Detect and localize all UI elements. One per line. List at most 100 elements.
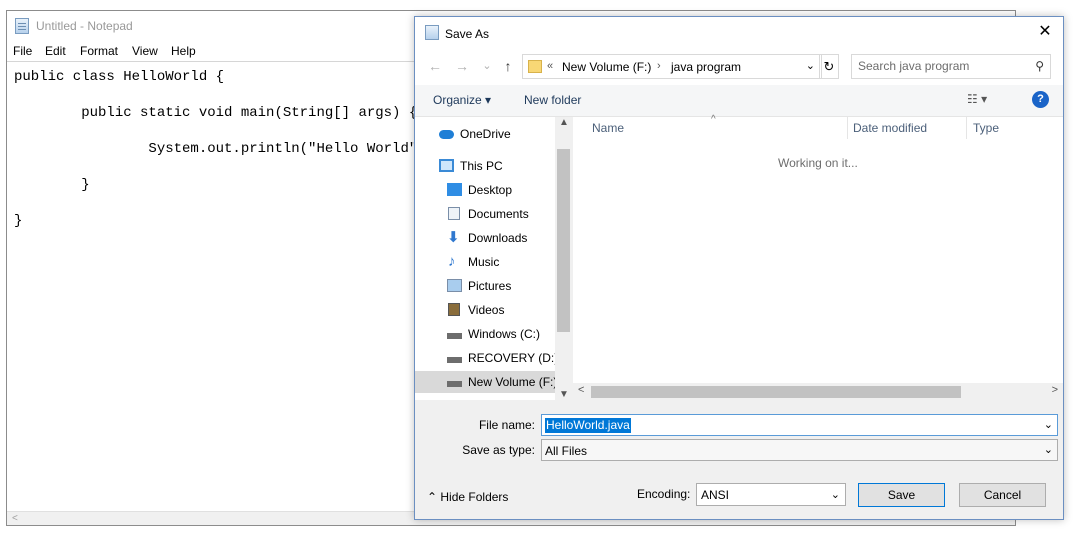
address-bar[interactable]: « New Volume (F:) › java program ⌄ [522,54,822,79]
cancel-button[interactable]: Cancel [959,483,1046,507]
nav-item-label: OneDrive [460,127,511,141]
recent-locations-icon[interactable]: ⌄ [479,58,495,74]
encoding-value: ANSI [701,488,730,502]
file-list-pane[interactable]: ^ Name Date modified Type Working on it.… [573,114,1063,400]
nav-item-pictures[interactable]: Pictures [415,275,555,297]
back-arrow-icon[interactable]: ← [427,58,443,74]
nav-item-label: Videos [468,303,505,317]
save-button[interactable]: Save [858,483,945,507]
videos-icon [448,303,460,316]
nav-item-label: Downloads [468,231,528,245]
nav-item-documents[interactable]: Documents [415,203,555,225]
save-as-type-select[interactable]: All Files ⌄ [541,439,1058,461]
navigation-pane: OneDrive This PC Desktop Documents ⬇ Dow… [415,117,572,400]
scroll-left-icon[interactable]: < [12,513,18,524]
notepad-title: Untitled - Notepad [36,19,133,33]
up-arrow-icon[interactable]: ↑ [500,58,516,74]
dialog-titlebar: Save As ✕ [415,17,1063,49]
code-text: public class HelloWorld { public static … [14,69,435,229]
organize-button[interactable]: Organize ▾ [433,93,491,107]
nav-item-recovery-d[interactable]: RECOVERY (D:) [415,347,559,369]
search-input[interactable] [858,59,1028,73]
menu-help[interactable]: Help [171,44,196,58]
nav-item-label: Windows (C:) [468,327,541,341]
nav-item-label: Music [468,255,500,269]
help-icon[interactable]: ? [1032,91,1049,108]
documents-icon [448,207,460,220]
nav-item-downloads[interactable]: ⬇ Downloads [415,227,555,249]
loading-status: Working on it... [778,156,858,170]
menu-edit[interactable]: Edit [45,44,66,58]
scroll-right-icon[interactable]: > [1052,384,1058,396]
nav-item-new-volume-f[interactable]: New Volume (F:) [415,371,558,393]
nav-item-label: Desktop [468,183,513,197]
breadcrumb-new-volume[interactable]: New Volume (F:) [562,60,651,74]
navigation-bar: ← → ⌄ ↑ « New Volume (F:) › java program… [415,49,1063,85]
drive-icon [447,381,462,387]
nav-item-label: Documents [468,207,529,221]
menu-format[interactable]: Format [80,44,118,58]
nav-item-label: RECOVERY (D:) [468,351,559,365]
nav-item-desktop[interactable]: Desktop [415,179,555,201]
sort-caret-icon: ^ [711,114,716,125]
filename-value[interactable]: HelloWorld.java [545,418,631,433]
breadcrumb-java-program[interactable]: java program [671,60,741,74]
save-as-icon [425,25,439,40]
column-divider[interactable] [847,117,848,139]
nav-pane-scrollbar[interactable]: ▲ ▼ [555,117,572,400]
drive-icon [447,333,462,339]
encoding-label: Encoding: [637,487,691,501]
scroll-up-icon[interactable]: ▲ [559,117,569,128]
column-header-type[interactable]: Type [973,121,999,135]
close-icon[interactable]: ✕ [1035,22,1055,42]
pc-icon [439,159,454,172]
nav-item-onedrive[interactable]: OneDrive [415,123,555,145]
chevron-down-icon[interactable]: ⌄ [1044,443,1053,456]
scroll-left-icon[interactable]: < [578,384,584,396]
new-folder-button[interactable]: New folder [524,93,581,107]
forward-arrow-icon[interactable]: → [454,58,470,74]
nav-item-music[interactable]: ♪ Music [415,251,555,273]
search-box[interactable]: ⚲ [851,54,1051,79]
chevron-down-icon[interactable]: ⌄ [806,59,815,72]
search-icon[interactable]: ⚲ [1035,59,1044,73]
save-as-dialog: Save As ✕ ← → ⌄ ↑ « New Volume (F:) › ja… [414,16,1064,520]
filename-label: File name: [478,418,535,432]
scroll-thumb[interactable] [591,386,961,398]
scroll-down-icon[interactable]: ▼ [559,389,569,400]
dialog-toolbar: Organize ▾ New folder ☷ ▾ ? [415,85,1063,117]
pictures-icon [447,279,462,292]
desktop-icon [447,183,462,196]
change-view-button[interactable]: ☷ ▾ [967,92,987,106]
nav-item-videos[interactable]: Videos [415,299,555,321]
nav-item-this-pc[interactable]: This PC [415,155,555,177]
onedrive-icon [439,130,454,139]
file-list-horizontal-scrollbar[interactable]: < > [573,383,1063,400]
column-header-name[interactable]: Name [592,121,624,135]
chevron-down-icon[interactable]: ⌄ [831,488,840,501]
music-icon: ♪ [448,253,456,270]
drive-icon [447,357,462,363]
hide-folders-button[interactable]: ⌃ Hide Folders [427,490,508,504]
nav-item-windows-c[interactable]: Windows (C:) [415,323,555,345]
menu-view[interactable]: View [132,44,158,58]
notepad-icon [15,18,29,34]
nav-item-label: Pictures [468,279,512,293]
nav-item-label: New Volume (F:) [468,375,558,389]
folder-icon [528,60,542,73]
dialog-title: Save As [445,27,490,41]
column-header-date-modified[interactable]: Date modified [853,121,927,135]
menu-file[interactable]: File [13,44,32,58]
scroll-thumb[interactable] [557,149,570,332]
save-as-type-label: Save as type: [462,443,535,457]
breadcrumb-overflow[interactable]: « [547,60,553,72]
downloads-icon: ⬇ [447,229,460,246]
nav-item-label: This PC [460,159,503,173]
encoding-select[interactable]: ANSI ⌄ [696,483,846,506]
filename-field[interactable]: HelloWorld.java ⌄ [541,414,1058,436]
chevron-down-icon[interactable]: ⌄ [1044,418,1053,431]
column-divider[interactable] [966,117,967,139]
breadcrumb-separator[interactable]: › [657,60,661,72]
refresh-icon[interactable]: ↻ [819,54,839,79]
save-as-type-value: All Files [545,444,588,458]
